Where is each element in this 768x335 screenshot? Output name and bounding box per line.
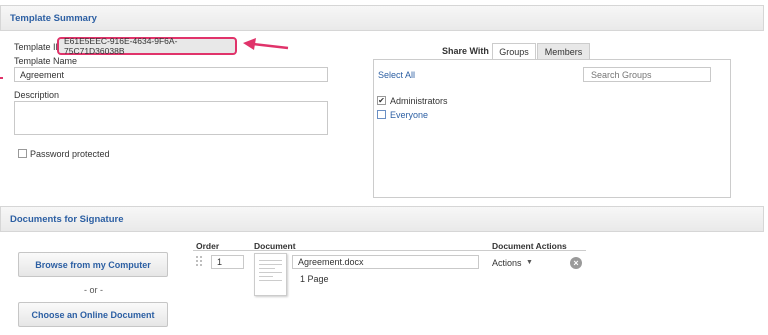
group-checkbox-administrators[interactable]: ✔ — [377, 96, 386, 105]
document-actions-dropdown[interactable]: Actions — [492, 258, 522, 268]
table-divider — [193, 250, 586, 251]
order-value: 1 — [217, 257, 223, 267]
tab-groups[interactable]: Groups — [492, 43, 536, 60]
or-separator: - or - — [84, 285, 103, 295]
template-id-value: E61E5EEC-916E-4634-9F6A-75C71D36038B — [57, 36, 237, 56]
browse-computer-button[interactable]: Browse from my Computer — [18, 252, 168, 277]
password-protected-checkbox[interactable] — [18, 149, 27, 158]
document-name-input[interactable]: Agreement.docx — [292, 255, 479, 269]
description-label: Description — [14, 90, 60, 100]
highlight-marker — [0, 77, 3, 79]
share-with-label: Share With — [442, 46, 489, 56]
template-name-input[interactable]: Agreement — [14, 67, 328, 82]
search-groups-input[interactable] — [583, 67, 711, 82]
arrow-left-icon — [243, 38, 289, 50]
template-summary-header: Template Summary — [0, 5, 764, 31]
password-protected-label: Password protected — [30, 149, 110, 159]
remove-document-icon[interactable]: × — [570, 257, 582, 269]
template-name-value: Agreement — [20, 69, 65, 80]
group-label-administrators: Administrators — [390, 96, 448, 106]
tab-members-label: Members — [544, 46, 583, 57]
tab-groups-label: Groups — [499, 47, 529, 57]
select-all-link[interactable]: Select All — [378, 70, 415, 80]
documents-title: Documents for Signature — [10, 213, 124, 225]
template-name-label: Template Name — [14, 56, 78, 66]
document-name-value: Agreement.docx — [298, 257, 364, 267]
template-id-text: E61E5EEC-916E-4634-9F6A-75C71D36038B — [64, 36, 178, 56]
caret-down-icon[interactable]: ▼ — [526, 259, 533, 266]
tab-members[interactable]: Members — [537, 43, 590, 59]
document-thumbnail — [254, 253, 287, 296]
template-summary-title: Template Summary — [10, 12, 97, 24]
documents-header: Documents for Signature — [0, 206, 764, 232]
group-checkbox-everyone[interactable] — [377, 110, 386, 119]
document-page-count: 1 Page — [300, 274, 329, 284]
group-label-everyone: Everyone — [390, 110, 429, 120]
drag-handle-icon[interactable] — [196, 256, 203, 268]
order-input[interactable]: 1 — [211, 255, 244, 269]
choose-online-document-button[interactable]: Choose an Online Document — [18, 302, 168, 327]
description-textarea[interactable] — [14, 101, 328, 135]
